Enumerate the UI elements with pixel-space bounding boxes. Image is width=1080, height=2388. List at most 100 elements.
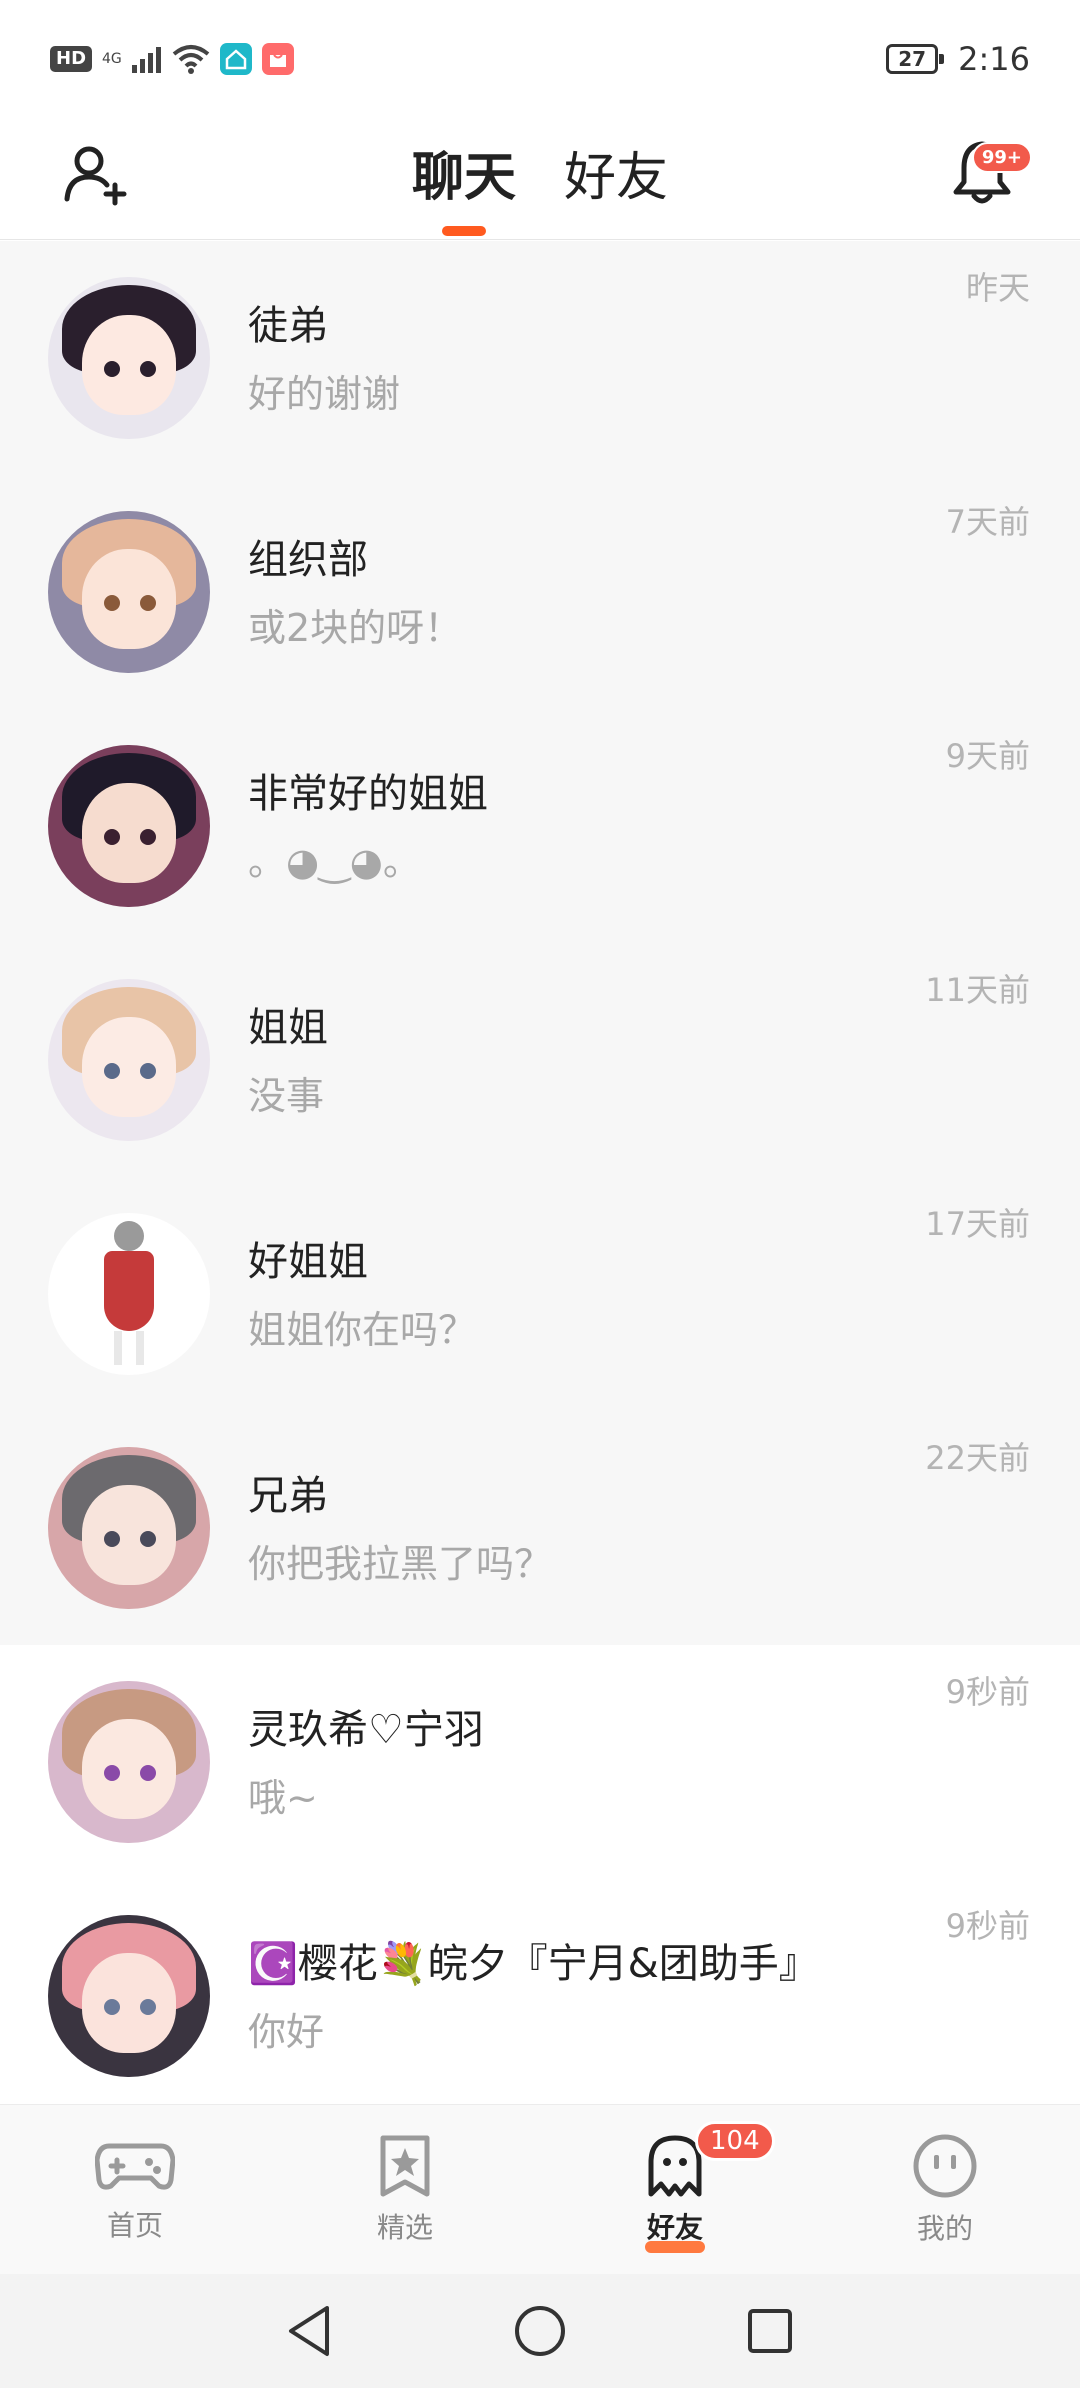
chat-item[interactable]: ☪️樱花💐皖夕『宁月&团助手』 你好 9秒前	[0, 1879, 1080, 2113]
battery-icon: 27	[886, 44, 945, 74]
top-nav: 聊天 好友 99+	[0, 118, 1080, 240]
avatar-eye	[140, 361, 156, 377]
avatar-face	[82, 1017, 176, 1117]
chat-time: 17天前	[925, 1205, 1030, 1243]
chat-last-message: 哦~	[248, 1776, 318, 1820]
chat-name: 姐姐	[248, 1005, 328, 1051]
notifications-button[interactable]: 99+	[942, 132, 1032, 212]
avatar[interactable]	[48, 1213, 210, 1375]
avatar-dress	[104, 1251, 154, 1331]
chat-item[interactable]: 好姐姐 姐姐你在吗？ 17天前	[0, 1177, 1080, 1411]
clock: 2:16	[958, 40, 1030, 78]
recents-square-icon	[748, 2309, 792, 2353]
chat-last-message: 你好	[248, 2010, 325, 2054]
avatar-face	[82, 1719, 176, 1819]
bottom-tab-home[interactable]: 首页	[35, 2115, 235, 2265]
active-tab-indicator	[441, 226, 486, 236]
avatar[interactable]	[48, 1447, 210, 1609]
chat-time: 11天前	[925, 971, 1030, 1009]
chat-time: 9天前	[945, 737, 1030, 775]
chat-name: 徒弟	[248, 303, 328, 349]
status-left: HD 4G	[50, 43, 294, 75]
avatar-eye	[104, 595, 120, 611]
bottom-tab-label: 好友	[646, 2210, 703, 2244]
tab-chat[interactable]: 聊天	[412, 118, 516, 238]
avatar-face	[82, 315, 176, 415]
shopping-app-notification-icon	[261, 43, 294, 75]
avatar-face	[82, 1485, 176, 1585]
chat-item[interactable]: 非常好的姐姐 。◕‿◕。 9天前	[0, 709, 1080, 943]
chat-item[interactable]: 组织部 或2块的呀！ 7天前	[0, 475, 1080, 709]
chat-name: 兄弟	[248, 1473, 328, 1519]
chat-time: 7天前	[945, 503, 1030, 541]
star-bookmark-icon	[380, 2135, 430, 2196]
app-screen: HD 4G 27 2:16 聊天 好友 99+ 徒弟 好的谢谢 昨天 组织部 或…	[0, 0, 1080, 2388]
avatar-eye	[104, 1765, 120, 1781]
bottom-tab-label: 精选	[376, 2210, 433, 2244]
avatar[interactable]	[48, 1915, 210, 2077]
chat-name: 灵玖希♡宁羽	[248, 1707, 484, 1753]
notification-badge: 99+	[971, 142, 1032, 173]
avatar-face	[82, 1953, 176, 2053]
avatar-eye	[104, 1063, 120, 1079]
system-nav-bar	[0, 2274, 1080, 2388]
chat-time: 9秒前	[945, 1907, 1030, 1945]
chat-last-message: 或2块的呀！	[248, 606, 463, 650]
chat-name: 组织部	[248, 537, 368, 583]
avatar-eye	[140, 1063, 156, 1079]
avatar-face	[82, 549, 176, 649]
chat-last-message: 姐姐你在吗？	[248, 1308, 477, 1352]
bottom-tab-label: 首页	[106, 2208, 163, 2242]
hd-indicator: HD	[50, 46, 93, 72]
chat-last-message: 好的谢谢	[248, 372, 401, 416]
avatar[interactable]	[48, 745, 210, 907]
avatar-leg	[114, 1331, 122, 1365]
avatar[interactable]	[48, 979, 210, 1141]
chat-last-message: 没事	[248, 1074, 325, 1118]
bottom-tab-featured[interactable]: 精选	[305, 2115, 505, 2265]
status-right: 27 2:16	[886, 40, 1030, 78]
tab-chat-label: 聊天	[411, 148, 516, 208]
wifi-icon	[172, 45, 210, 74]
chat-list: 徒弟 好的谢谢 昨天 组织部 或2块的呀！ 7天前 非常好的姐姐 。◕‿◕。 9…	[0, 241, 1080, 2113]
avatar[interactable]	[48, 511, 210, 673]
active-bottom-tab-indicator	[645, 2240, 705, 2253]
bottom-tab-bar: 首页 精选 104 好友 我的	[0, 2104, 1080, 2274]
home-circle-icon	[515, 2306, 565, 2356]
friends-badge: 104	[695, 2120, 775, 2161]
chat-last-message: 你把我拉黑了吗？	[248, 1542, 553, 1586]
chat-item[interactable]: 兄弟 你把我拉黑了吗？ 22天前	[0, 1411, 1080, 1645]
avatar-eye	[140, 1765, 156, 1781]
chat-time: 22天前	[925, 1439, 1030, 1477]
home-button[interactable]	[510, 2301, 570, 2361]
chat-time: 昨天	[965, 269, 1030, 307]
home-app-notification-icon	[219, 43, 252, 75]
bottom-tab-friends[interactable]: 104 好友	[575, 2115, 775, 2265]
avatar-face	[82, 783, 176, 883]
chat-last-message: 。◕‿◕。	[248, 840, 421, 884]
avatar-leg	[136, 1331, 144, 1365]
avatar-eye	[140, 595, 156, 611]
chat-name: ☪️樱花💐皖夕『宁月&团助手』	[248, 1941, 819, 1987]
avatar[interactable]	[48, 277, 210, 439]
tab-friends-label: 好友	[564, 148, 669, 208]
chat-name: 非常好的姐姐	[248, 771, 488, 817]
avatar[interactable]	[48, 1681, 210, 1843]
avatar-eye	[104, 361, 120, 377]
chat-name: 好姐姐	[248, 1239, 368, 1285]
gamepad-icon	[95, 2143, 175, 2190]
signal-icon	[131, 47, 161, 73]
chat-item[interactable]: 姐姐 没事 11天前	[0, 943, 1080, 1177]
smiley-face-icon	[913, 2134, 977, 2197]
avatar-eye	[104, 1999, 120, 2015]
chat-item[interactable]: 灵玖希♡宁羽 哦~ 9秒前	[0, 1645, 1080, 1879]
avatar-head	[114, 1221, 144, 1251]
avatar-eye	[140, 829, 156, 845]
recents-button[interactable]	[740, 2301, 800, 2361]
tab-friends[interactable]: 好友	[564, 118, 668, 238]
chat-item[interactable]: 徒弟 好的谢谢 昨天	[0, 241, 1080, 475]
chat-tabs: 聊天 好友	[0, 118, 1080, 238]
back-button[interactable]	[280, 2301, 340, 2361]
avatar-eye	[140, 1999, 156, 2015]
bottom-tab-me[interactable]: 我的	[845, 2115, 1045, 2265]
